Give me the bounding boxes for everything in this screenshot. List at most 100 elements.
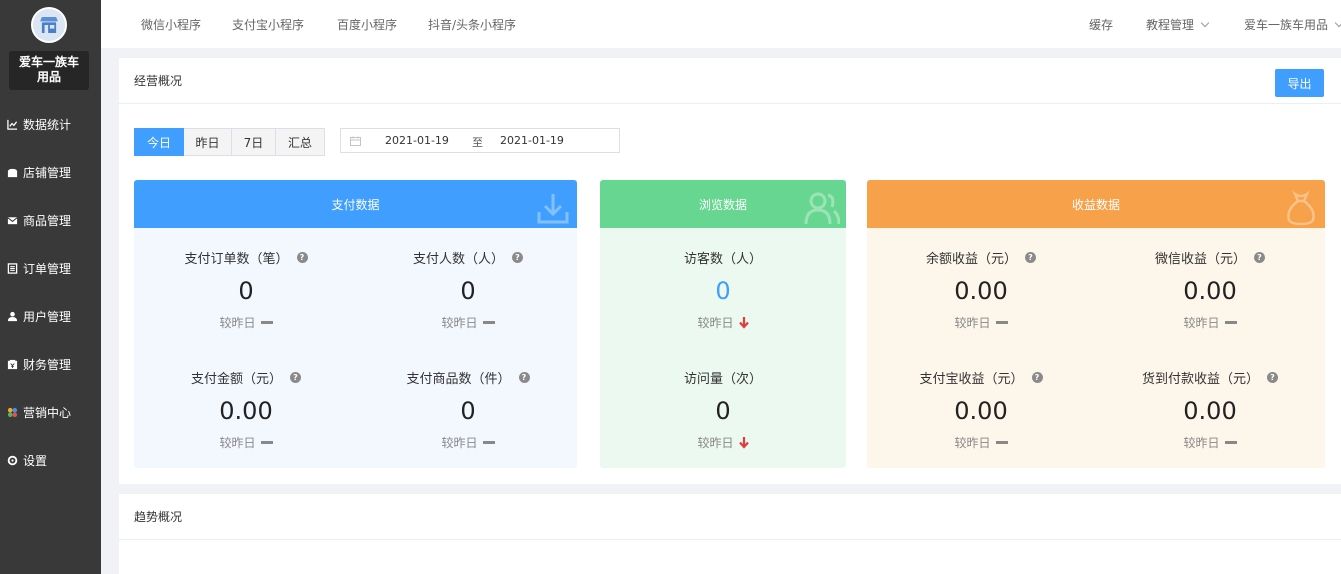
metric-value: 0	[715, 397, 731, 425]
browse-card-title: 浏览数据	[698, 197, 747, 212]
payment-card-header: 支付数据	[134, 180, 577, 228]
compare-label: 较昨日	[697, 436, 734, 450]
compare-label: 较昨日	[697, 316, 734, 330]
sidebar-item-users[interactable]: 用户管理	[0, 292, 101, 340]
export-button[interactable]: 导出	[1275, 69, 1324, 97]
date-start-input[interactable]: 2021-01-19	[385, 134, 449, 147]
help-icon[interactable]: ?	[518, 371, 530, 383]
metric-label: 支付商品数（件）?	[356, 368, 577, 387]
browse-data-card: 浏览数据 访客数（人） 0 较昨日 访问量（次） 0 较昨日	[600, 180, 846, 468]
sidebar-item-label: 订单管理	[23, 261, 72, 276]
metric-label-text: 货到付款收益（元）	[1141, 371, 1259, 387]
money-bag-icon	[1287, 190, 1315, 226]
tab-douyin-miniapp[interactable]: 抖音/头条小程序	[428, 16, 516, 33]
metric-pay-users: 支付人数（人）? 0 较昨日	[356, 248, 577, 331]
sidebar-item-finance[interactable]: 财务管理	[0, 340, 101, 388]
metric-value: 0.00	[954, 277, 1008, 305]
browse-card-body: 访客数（人） 0 较昨日 访问量（次） 0 较昨日	[600, 228, 846, 468]
metric-label-text: 访问量（次）	[683, 371, 762, 387]
date-range-picker[interactable]: 2021-01-19 至 2021-01-19	[340, 128, 620, 153]
tab-wechat-miniapp[interactable]: 微信小程序	[141, 16, 201, 33]
sidebar-item-label: 商品管理	[23, 213, 72, 228]
metric-label: 访问量（次）	[611, 368, 835, 387]
help-icon[interactable]: ?	[512, 251, 523, 263]
compare-label: 较昨日	[219, 316, 256, 330]
tutorial-menu[interactable]: 教程管理	[1146, 16, 1210, 33]
sidebar-item-data-stats[interactable]: 数据统计	[0, 100, 101, 148]
shop-menu-label: 爱车一族车用品	[1244, 18, 1329, 32]
help-icon[interactable]: ?	[290, 371, 301, 383]
metric-value: 0.00	[954, 397, 1008, 425]
metric-compare: 较昨日	[356, 314, 577, 331]
metric-balance-earnings: 余额收益（元）? 0.00 较昨日	[869, 248, 1093, 331]
range-selector: 今日 昨日 7日 汇总	[134, 128, 325, 156]
tutorial-menu-label: 教程管理	[1146, 18, 1195, 32]
flat-trend-icon	[482, 321, 495, 324]
metric-compare: 较昨日	[869, 314, 1093, 331]
metric-compare: 较昨日	[611, 434, 835, 451]
metric-label-text: 访客数（人）	[683, 251, 762, 267]
sidebar: 爱车一族车 用品 数据统计 店铺管理 商品管理 订单管理 用户管理 财务管理 营…	[0, 0, 101, 574]
store-icon	[7, 167, 18, 178]
cache-button[interactable]: 缓存	[1089, 16, 1113, 33]
sidebar-item-settings[interactable]: 设置	[0, 436, 101, 484]
puzzle-icon	[7, 407, 18, 418]
earnings-data-card: 收益数据 余额收益（元）? 0.00 较昨日 微信收益（元）? 0.00 较昨日…	[867, 180, 1325, 468]
compare-label: 较昨日	[441, 316, 478, 330]
metric-label-text: 支付人数（人）	[412, 251, 504, 267]
range-7days-button[interactable]: 7日	[232, 128, 276, 156]
shop-logo[interactable]	[31, 7, 67, 43]
range-today-button[interactable]: 今日	[134, 128, 184, 156]
payment-data-card: 支付数据 支付订单数（笔）? 0 较昨日 支付人数（人）? 0 较昨日 支付金额…	[134, 180, 577, 468]
metric-label-text: 支付订单数（笔）	[184, 251, 289, 267]
compare-label: 较昨日	[1183, 316, 1220, 330]
help-icon[interactable]: ?	[296, 251, 308, 263]
payment-card-title: 支付数据	[331, 197, 380, 212]
metric-compare: 较昨日	[611, 314, 835, 331]
metric-compare: 较昨日	[869, 434, 1093, 451]
help-icon[interactable]: ?	[1267, 371, 1278, 383]
metric-label-text: 余额收益（元）	[925, 251, 1017, 267]
metric-label-text: 支付金额（元）	[190, 371, 282, 387]
shop-name-line2: 用品	[36, 70, 61, 84]
metric-label: 支付金额（元）?	[134, 368, 358, 387]
compare-label: 较昨日	[441, 436, 478, 450]
earnings-card-title: 收益数据	[1071, 197, 1120, 212]
flat-trend-icon	[260, 441, 273, 444]
arrow-down-icon	[738, 436, 749, 449]
range-total-button[interactable]: 汇总	[276, 128, 325, 156]
date-separator: 至	[472, 136, 483, 149]
metric-compare: 较昨日	[356, 434, 577, 451]
sidebar-item-marketing[interactable]: 营销中心	[0, 388, 101, 436]
tab-baidu-miniapp[interactable]: 百度小程序	[337, 16, 397, 33]
sidebar-item-store[interactable]: 店铺管理	[0, 148, 101, 196]
metric-label-text: 微信收益（元）	[1154, 251, 1246, 267]
help-icon[interactable]: ?	[1025, 251, 1036, 263]
sidebar-item-label: 设置	[23, 453, 48, 468]
range-yesterday-button[interactable]: 昨日	[184, 128, 232, 156]
metric-compare: 较昨日	[1098, 434, 1322, 451]
trend-panel: 趋势概况	[119, 494, 1341, 574]
tab-alipay-miniapp[interactable]: 支付宝小程序	[232, 16, 304, 33]
storefront-icon	[33, 9, 65, 41]
sidebar-item-label: 数据统计	[23, 117, 72, 132]
sidebar-item-orders[interactable]: 订单管理	[0, 244, 101, 292]
date-end-input[interactable]: 2021-01-19	[500, 134, 564, 147]
help-icon[interactable]: ?	[1254, 251, 1265, 263]
browse-card-header: 浏览数据	[600, 180, 846, 228]
metric-label-text: 支付宝收益（元）	[919, 371, 1024, 387]
gear-icon	[7, 455, 18, 466]
sidebar-item-goods[interactable]: 商品管理	[0, 196, 101, 244]
metric-value: 0	[238, 277, 254, 305]
payment-card-body: 支付订单数（笔）? 0 较昨日 支付人数（人）? 0 较昨日 支付金额（元）? …	[134, 228, 577, 468]
metric-visitors: 访客数（人） 0 较昨日	[611, 248, 835, 331]
shop-menu[interactable]: 爱车一族车用品	[1244, 16, 1341, 33]
trend-title: 趋势概况	[119, 494, 1341, 540]
metric-label: 支付订单数（笔）?	[134, 248, 358, 267]
metric-cod-earnings: 货到付款收益（元）? 0.00 较昨日	[1098, 368, 1322, 451]
metric-value: 0.00	[1183, 397, 1237, 425]
flat-trend-icon	[995, 321, 1008, 324]
metric-label: 微信收益（元）?	[1098, 248, 1322, 267]
compare-label: 较昨日	[219, 436, 256, 450]
help-icon[interactable]: ?	[1031, 371, 1043, 383]
